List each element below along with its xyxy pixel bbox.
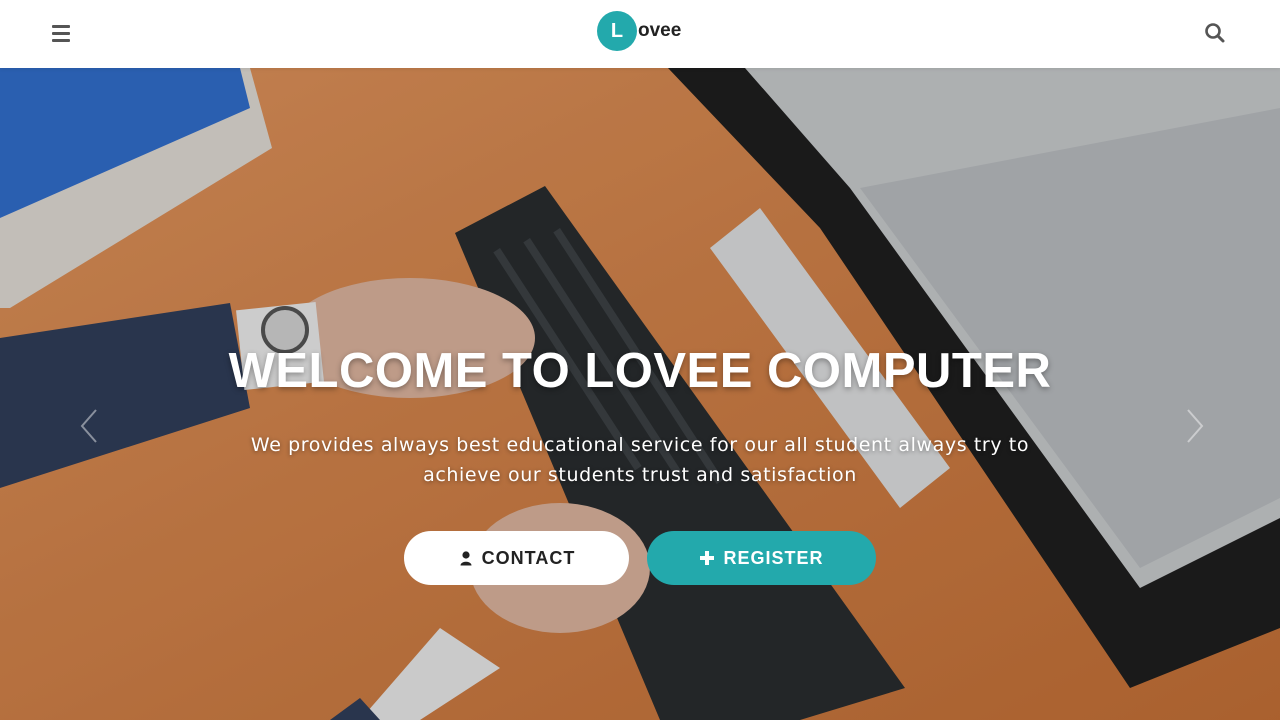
register-button-label: REGISTER	[723, 547, 824, 568]
hamburger-menu-icon-bar	[52, 38, 70, 42]
contact-button[interactable]: CONTACT	[404, 531, 629, 585]
register-button[interactable]: REGISTER	[647, 531, 876, 585]
user-icon	[460, 551, 472, 566]
hamburger-menu-button[interactable]	[52, 20, 78, 46]
slider-next-button[interactable]	[1182, 406, 1206, 446]
slider-prev-button[interactable]	[78, 406, 102, 446]
search-icon	[1205, 23, 1225, 43]
chevron-left-icon	[80, 409, 97, 443]
logo-badge: L	[597, 11, 637, 51]
hamburger-menu-icon-bar	[52, 31, 70, 35]
logo-text: ovee	[638, 20, 682, 41]
hamburger-menu-icon	[52, 24, 70, 28]
hero-subtitle-line-2: achieve our students trust and satisfact…	[423, 464, 857, 486]
top-navbar: L ovee	[0, 0, 1280, 68]
plus-icon	[700, 551, 715, 565]
search-button[interactable]	[1203, 21, 1227, 45]
hero-subtitle: We provides always best educational serv…	[190, 430, 1090, 490]
site-logo[interactable]: L ovee	[597, 11, 681, 51]
hero-title: WELCOME TO LOVEE COMPUTER	[228, 344, 1052, 398]
hero-subtitle-line-1: We provides always best educational serv…	[250, 434, 1030, 456]
chevron-right-icon	[1187, 409, 1204, 443]
contact-button-label: CONTACT	[481, 547, 576, 568]
hero-slider: WELCOME TO LOVEE COMPUTER We provides al…	[0, 68, 1280, 720]
